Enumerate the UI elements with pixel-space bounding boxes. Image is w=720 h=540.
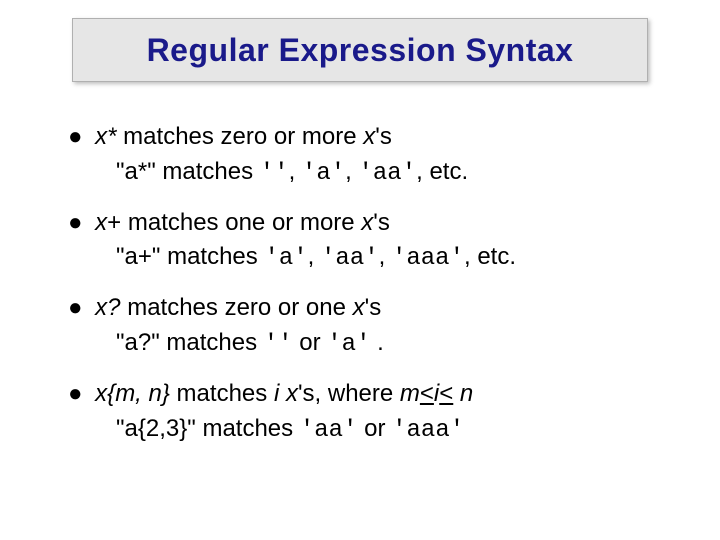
bullet-item: ● x{m, n} matches i x's, where m<i< n "a… <box>68 377 668 449</box>
bullet-icon: ● <box>68 380 83 407</box>
sep: , <box>416 158 429 185</box>
bullet-line-2: "a+" matches 'a', 'aa', 'aaa', etc. <box>116 240 668 277</box>
var-x: x <box>95 380 107 407</box>
example-lead: "a?" matches <box>116 329 264 356</box>
bullet-line-2: "a*" matches '', 'a', 'aa', etc. <box>116 155 668 192</box>
sep: , <box>345 158 358 185</box>
title-box: Regular Expression Syntax <box>72 18 648 82</box>
bullet-item: ● x? matches zero or one x's "a?" matche… <box>68 291 668 363</box>
var-x: x <box>353 294 365 321</box>
code-literal: 'aa' <box>300 417 358 444</box>
bullet-line-2: "a{2,3}" matches 'aa' or 'aaa' <box>116 412 668 449</box>
bullet-icon: ● <box>68 123 83 150</box>
bullet-icon: ● <box>68 209 83 236</box>
matches-text: matches one or more <box>121 209 361 236</box>
var-n: n <box>453 380 473 407</box>
bullet-line-1: ● x? matches zero or one x's <box>68 291 668 326</box>
slide: Regular Expression Syntax ● x* matches z… <box>0 0 720 540</box>
bullet-line-1: ● x{m, n} matches i x's, where m<i< n <box>68 377 668 412</box>
matches-text: matches zero or one <box>121 294 353 321</box>
tail-text: 's <box>365 294 382 321</box>
example-lead: "a+" matches <box>116 243 264 270</box>
operator: * <box>107 123 116 150</box>
le-operator: < <box>439 380 453 407</box>
var-i: i <box>274 380 286 407</box>
content-area: ● x* matches zero or more x's "a*" match… <box>68 120 668 462</box>
bullet-icon: ● <box>68 294 83 321</box>
var-x: x <box>363 123 375 150</box>
operator: + <box>107 209 121 236</box>
code-literal: 'a' <box>264 245 307 272</box>
code-literal: 'aa' <box>358 160 416 187</box>
code-literal: 'a' <box>327 331 370 358</box>
var-x: x <box>286 380 298 407</box>
code-literal: 'aa' <box>321 245 379 272</box>
operator: ? <box>107 294 120 321</box>
bullet-line-1: ● x* matches zero or more x's <box>68 120 668 155</box>
example-tail: etc. <box>477 243 516 270</box>
sep: , <box>379 243 392 270</box>
matches-text: matches <box>170 380 274 407</box>
code-literal: 'aaa' <box>392 417 464 444</box>
example-lead: "a*" matches <box>116 158 260 185</box>
var-x: x <box>95 294 107 321</box>
operator: {m, n} <box>107 380 170 407</box>
mid-plain: 's, where <box>298 380 400 407</box>
tail-text: 's <box>375 123 392 150</box>
sep: or <box>357 415 392 442</box>
le-operator: < <box>420 380 434 407</box>
sep: or <box>293 329 328 356</box>
bullet-line-1: ● x+ matches one or more x's <box>68 206 668 241</box>
code-literal: 'a' <box>302 160 345 187</box>
bullet-item: ● x* matches zero or more x's "a*" match… <box>68 120 668 192</box>
sep: , <box>308 243 321 270</box>
var-x: x <box>95 123 107 150</box>
matches-text: matches zero or more <box>117 123 364 150</box>
example-tail: etc. <box>429 158 468 185</box>
sep: , <box>289 158 302 185</box>
bullet-line-2: "a?" matches '' or 'a' . <box>116 326 668 363</box>
var-x: x <box>361 209 373 236</box>
bullet-item: ● x+ matches one or more x's "a+" matche… <box>68 206 668 278</box>
var-x: x <box>95 209 107 236</box>
code-literal: '' <box>260 160 289 187</box>
slide-title: Regular Expression Syntax <box>147 32 574 69</box>
tail-text: 's <box>373 209 390 236</box>
sep: , <box>464 243 477 270</box>
var-m: m <box>400 380 420 407</box>
code-literal: 'aaa' <box>392 245 464 272</box>
example-lead: "a{2,3}" matches <box>116 415 300 442</box>
example-tail: . <box>377 329 384 356</box>
code-literal: '' <box>264 331 293 358</box>
